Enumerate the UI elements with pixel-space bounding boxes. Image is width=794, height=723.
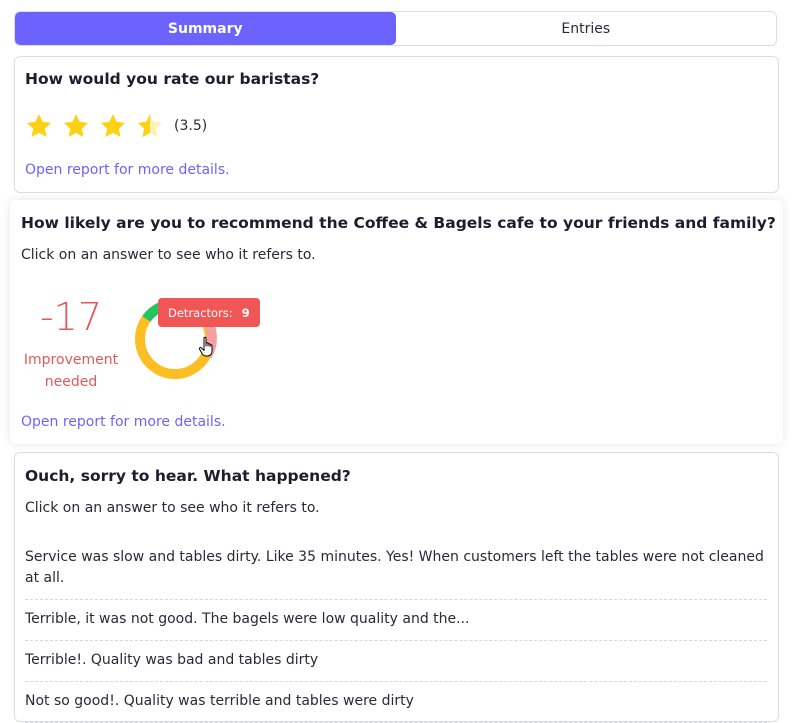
open-answers-card: Ouch, sorry to hear. What happened? Clic… xyxy=(14,452,779,723)
tab-bar: Summary Entries xyxy=(14,11,777,46)
tab-summary[interactable]: Summary xyxy=(15,12,396,45)
tooltip-value: 9 xyxy=(241,305,250,320)
nps-status-label: Improvement needed xyxy=(16,349,126,393)
answer-item[interactable]: Not so good!. Quality was terrible and t… xyxy=(25,682,767,723)
half-star-icon xyxy=(137,114,163,137)
star-icon xyxy=(100,114,126,137)
answer-item[interactable]: Terrible, it was not good. The bagels we… xyxy=(25,600,767,641)
answer-item[interactable]: Terrible!. Quality was bad and tables di… xyxy=(25,641,767,682)
open-report-link[interactable]: Open report for more details. xyxy=(25,162,230,178)
rating-value: (3.5) xyxy=(174,118,208,134)
hand-cursor-icon xyxy=(198,336,213,357)
nps-status-line: needed xyxy=(44,374,98,390)
star-icon xyxy=(63,114,89,137)
nps-score: -17 xyxy=(39,295,103,339)
question-title: How would you rate our baristas? xyxy=(25,70,320,88)
question-title: How likely are you to recommend the Coff… xyxy=(21,214,776,232)
hint-text: Click on an answer to see who it refers … xyxy=(21,247,316,263)
chart-tooltip: Detractors: 9 xyxy=(158,298,260,327)
hint-text: Click on an answer to see who it refers … xyxy=(25,500,320,516)
nps-card: How likely are you to recommend the Coff… xyxy=(10,200,783,444)
answer-list: Service was slow and tables dirty. Like … xyxy=(25,547,767,723)
nps-status-line: Improvement xyxy=(23,352,119,368)
question-title: Ouch, sorry to hear. What happened? xyxy=(25,467,351,485)
tooltip-label: Detractors: xyxy=(168,305,233,320)
answer-item[interactable]: Service was slow and tables dirty. Like … xyxy=(25,547,767,600)
tab-entries[interactable]: Entries xyxy=(396,12,777,45)
rating-card: How would you rate our baristas? (3.5) O… xyxy=(14,56,779,193)
star-rating: (3.5) xyxy=(25,112,207,140)
open-report-link[interactable]: Open report for more details. xyxy=(21,414,226,430)
star-icon xyxy=(26,114,52,137)
